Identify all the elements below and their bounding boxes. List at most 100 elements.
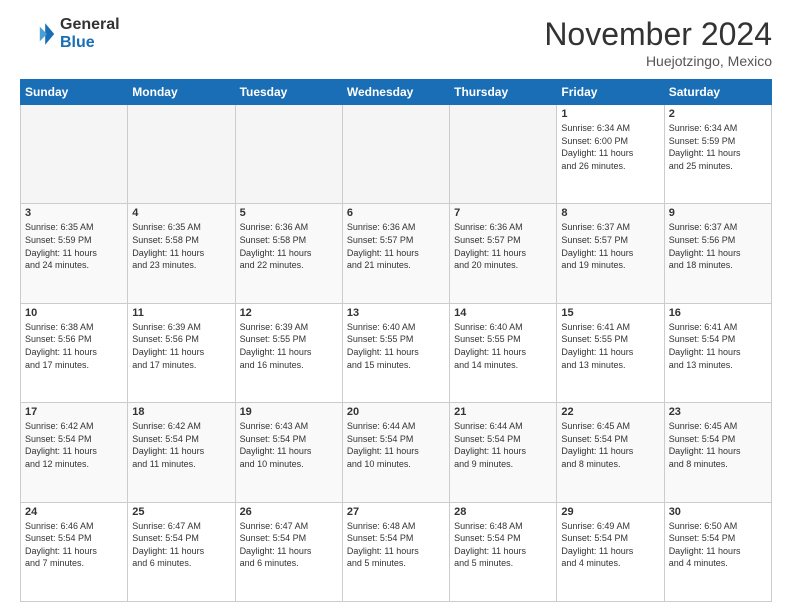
day-number: 14 (454, 307, 552, 319)
day-number: 13 (347, 307, 445, 319)
calendar-cell: 7 Sunrise: 6:36 AM Sunset: 5:57 PM Daylig… (450, 204, 557, 303)
month-title: November 2024 (544, 16, 772, 53)
calendar-cell: 10 Sunrise: 6:38 AM Sunset: 5:56 PM Dayli… (21, 303, 128, 402)
day-number: 15 (561, 307, 659, 319)
day-info: Sunrise: 6:45 AM Sunset: 5:54 PM Dayligh… (669, 420, 767, 470)
calendar-cell: 12Sunrise: 6:39 AM Sunset: 5:55 PM Dayli… (235, 303, 342, 402)
day-number: 22 (561, 406, 659, 418)
page: General Blue November 2024 Huejotzingo, … (0, 0, 792, 612)
day-info: Sunrise: 6:35 AM Sunset: 5:58 PM Dayligh… (132, 221, 230, 271)
calendar-cell: 1 Sunrise: 6:34 AM Sunset: 6:00 PM Daylig… (557, 105, 664, 204)
calendar-cell: 26 Sunrise: 6:47 AM Sunset: 5:54 PM Dayli… (235, 502, 342, 601)
day-info: Sunrise: 6:37 AM Sunset: 5:56 PM Dayligh… (669, 221, 767, 271)
week-row-3: 17 Sunrise: 6:42 AM Sunset: 5:54 PM Dayli… (21, 403, 772, 502)
calendar-cell: 21 Sunrise: 6:44 AM Sunset: 5:54 PM Dayli… (450, 403, 557, 502)
logo-icon (20, 16, 56, 52)
day-number: 9 (669, 207, 767, 219)
calendar-cell: 28Sunrise: 6:48 AM Sunset: 5:54 PM Dayli… (450, 502, 557, 601)
day-info: Sunrise: 6:44 AM Sunset: 5:54 PM Dayligh… (347, 420, 445, 470)
day-info: Sunrise: 6:48 AM Sunset: 5:54 PM Dayligh… (347, 520, 445, 570)
weekday-header-wednesday: Wednesday (342, 80, 449, 105)
calendar-cell (128, 105, 235, 204)
day-info: Sunrise: 6:41 AM Sunset: 5:54 PM Dayligh… (669, 321, 767, 371)
day-info: Sunrise: 6:36 AM Sunset: 5:57 PM Dayligh… (454, 221, 552, 271)
calendar-cell (342, 105, 449, 204)
day-info: Sunrise: 6:36 AM Sunset: 5:58 PM Dayligh… (240, 221, 338, 271)
calendar-cell: 5 Sunrise: 6:36 AM Sunset: 5:58 PM Daylig… (235, 204, 342, 303)
day-number: 2 (669, 108, 767, 120)
calendar-cell: 17 Sunrise: 6:42 AM Sunset: 5:54 PM Dayli… (21, 403, 128, 502)
header: General Blue November 2024 Huejotzingo, … (20, 16, 772, 69)
calendar-cell: 13 Sunrise: 6:40 AM Sunset: 5:55 PM Dayli… (342, 303, 449, 402)
day-info: Sunrise: 6:37 AM Sunset: 5:57 PM Dayligh… (561, 221, 659, 271)
week-row-1: 3Sunrise: 6:35 AM Sunset: 5:59 PM Daylig… (21, 204, 772, 303)
calendar-cell: 18 Sunrise: 6:42 AM Sunset: 5:54 PM Dayli… (128, 403, 235, 502)
day-number: 11 (132, 307, 230, 319)
week-row-2: 10 Sunrise: 6:38 AM Sunset: 5:56 PM Dayli… (21, 303, 772, 402)
weekday-header-monday: Monday (128, 80, 235, 105)
weekday-header-saturday: Saturday (664, 80, 771, 105)
day-info: Sunrise: 6:50 AM Sunset: 5:54 PM Dayligh… (669, 520, 767, 570)
day-info: Sunrise: 6:38 AM Sunset: 5:56 PM Dayligh… (25, 321, 123, 371)
weekday-header-friday: Friday (557, 80, 664, 105)
day-number: 5 (240, 207, 338, 219)
weekday-header-sunday: Sunday (21, 80, 128, 105)
day-number: 20 (347, 406, 445, 418)
day-number: 21 (454, 406, 552, 418)
day-info: Sunrise: 6:34 AM Sunset: 5:59 PM Dayligh… (669, 122, 767, 172)
calendar-cell: 6 Sunrise: 6:36 AM Sunset: 5:57 PM Daylig… (342, 204, 449, 303)
day-number: 26 (240, 506, 338, 518)
day-number: 24 (25, 506, 123, 518)
day-number: 16 (669, 307, 767, 319)
day-number: 6 (347, 207, 445, 219)
week-row-4: 24 Sunrise: 6:46 AM Sunset: 5:54 PM Dayli… (21, 502, 772, 601)
day-number: 4 (132, 207, 230, 219)
day-number: 30 (669, 506, 767, 518)
calendar-cell: 24 Sunrise: 6:46 AM Sunset: 5:54 PM Dayli… (21, 502, 128, 601)
day-number: 23 (669, 406, 767, 418)
calendar-cell: 19Sunrise: 6:43 AM Sunset: 5:54 PM Dayli… (235, 403, 342, 502)
day-info: Sunrise: 6:40 AM Sunset: 5:55 PM Dayligh… (454, 321, 552, 371)
day-info: Sunrise: 6:36 AM Sunset: 5:57 PM Dayligh… (347, 221, 445, 271)
day-info: Sunrise: 6:47 AM Sunset: 5:54 PM Dayligh… (132, 520, 230, 570)
logo-text: General Blue (60, 16, 120, 51)
day-number: 7 (454, 207, 552, 219)
day-info: Sunrise: 6:42 AM Sunset: 5:54 PM Dayligh… (25, 420, 123, 470)
calendar-cell: 4 Sunrise: 6:35 AM Sunset: 5:58 PM Daylig… (128, 204, 235, 303)
day-number: 17 (25, 406, 123, 418)
logo-general: General (60, 16, 120, 34)
day-info: Sunrise: 6:44 AM Sunset: 5:54 PM Dayligh… (454, 420, 552, 470)
calendar-cell: 15Sunrise: 6:41 AM Sunset: 5:55 PM Dayli… (557, 303, 664, 402)
day-info: Sunrise: 6:40 AM Sunset: 5:55 PM Dayligh… (347, 321, 445, 371)
day-info: Sunrise: 6:39 AM Sunset: 5:56 PM Dayligh… (132, 321, 230, 371)
day-info: Sunrise: 6:48 AM Sunset: 5:54 PM Dayligh… (454, 520, 552, 570)
day-number: 25 (132, 506, 230, 518)
location: Huejotzingo, Mexico (544, 53, 772, 69)
day-info: Sunrise: 6:47 AM Sunset: 5:54 PM Dayligh… (240, 520, 338, 570)
day-info: Sunrise: 6:46 AM Sunset: 5:54 PM Dayligh… (25, 520, 123, 570)
calendar-cell: 27Sunrise: 6:48 AM Sunset: 5:54 PM Dayli… (342, 502, 449, 601)
day-number: 10 (25, 307, 123, 319)
logo-blue: Blue (60, 34, 120, 52)
calendar-cell (450, 105, 557, 204)
day-number: 1 (561, 108, 659, 120)
day-info: Sunrise: 6:34 AM Sunset: 6:00 PM Dayligh… (561, 122, 659, 172)
calendar-cell: 22Sunrise: 6:45 AM Sunset: 5:54 PM Dayli… (557, 403, 664, 502)
calendar-cell: 30 Sunrise: 6:50 AM Sunset: 5:54 PM Dayli… (664, 502, 771, 601)
calendar-cell: 9 Sunrise: 6:37 AM Sunset: 5:56 PM Daylig… (664, 204, 771, 303)
calendar-cell: 8 Sunrise: 6:37 AM Sunset: 5:57 PM Daylig… (557, 204, 664, 303)
calendar-cell: 11 Sunrise: 6:39 AM Sunset: 5:56 PM Dayli… (128, 303, 235, 402)
calendar-cell: 14 Sunrise: 6:40 AM Sunset: 5:55 PM Dayli… (450, 303, 557, 402)
day-info: Sunrise: 6:42 AM Sunset: 5:54 PM Dayligh… (132, 420, 230, 470)
calendar-cell: 29Sunrise: 6:49 AM Sunset: 5:54 PM Dayli… (557, 502, 664, 601)
calendar-cell: 25 Sunrise: 6:47 AM Sunset: 5:54 PM Dayli… (128, 502, 235, 601)
weekday-header-thursday: Thursday (450, 80, 557, 105)
week-row-0: 1 Sunrise: 6:34 AM Sunset: 6:00 PM Daylig… (21, 105, 772, 204)
logo: General Blue (20, 16, 120, 52)
calendar-table: SundayMondayTuesdayWednesdayThursdayFrid… (20, 79, 772, 602)
day-info: Sunrise: 6:43 AM Sunset: 5:54 PM Dayligh… (240, 420, 338, 470)
calendar-cell (235, 105, 342, 204)
day-number: 18 (132, 406, 230, 418)
day-number: 8 (561, 207, 659, 219)
calendar-cell: 20 Sunrise: 6:44 AM Sunset: 5:54 PM Dayli… (342, 403, 449, 502)
